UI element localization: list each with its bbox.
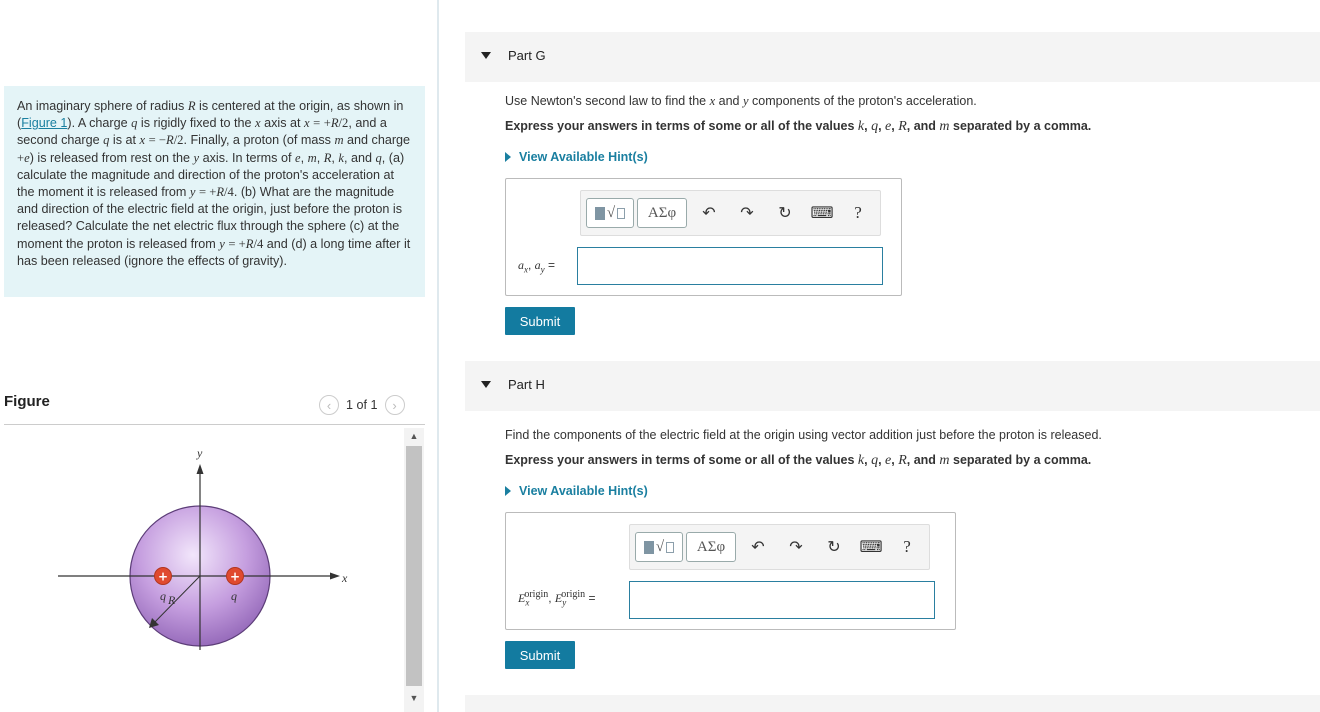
- part-g-title: Part G: [508, 48, 546, 63]
- pager-text: 1 of 1: [346, 398, 378, 412]
- collapse-triangle-icon[interactable]: [481, 381, 491, 388]
- scroll-down-icon[interactable]: ▼: [404, 690, 424, 706]
- plus-icon: +: [158, 570, 168, 584]
- figure-link[interactable]: Figure 1: [21, 116, 67, 130]
- part-g-express: Express your answers in terms of some or…: [505, 119, 1092, 134]
- figure-pager: ‹ 1 of 1 ›: [319, 394, 405, 416]
- part-h-instruction: Find the components of the electric fiel…: [505, 428, 1102, 442]
- part-g-header[interactable]: Part G: [465, 32, 1320, 82]
- pane-divider: [437, 0, 439, 712]
- problem-statement: An imaginary sphere of radius R is cente…: [4, 86, 425, 297]
- help-icon[interactable]: ?: [847, 202, 869, 224]
- chevron-left-icon[interactable]: ‹: [319, 395, 339, 415]
- undo-icon[interactable]: ↶: [698, 202, 720, 224]
- figure-divider: [4, 424, 425, 425]
- part-g-answer-box: √ ΑΣφ ↶ ↷ ↻ ⌨ ? ax, ay =: [505, 178, 902, 296]
- part-h-header[interactable]: Part H: [465, 361, 1320, 411]
- part-g-hint-link[interactable]: View Available Hint(s): [505, 150, 648, 164]
- keyboard-icon[interactable]: ⌨: [859, 536, 882, 558]
- part-h-hint-link[interactable]: View Available Hint(s): [505, 484, 648, 498]
- part-h-answer-label: Exorigin, Eyorigin =: [518, 589, 596, 608]
- part-h-submit-button[interactable]: Submit: [505, 641, 575, 669]
- caret-right-icon: [505, 486, 511, 496]
- reset-icon[interactable]: ↻: [823, 536, 845, 558]
- templates-icon[interactable]: √: [586, 198, 634, 228]
- part-g-instruction: Use Newton's second law to find the x an…: [505, 94, 977, 108]
- x-axis-arrow: [330, 572, 340, 580]
- scroll-thumb[interactable]: [406, 446, 422, 686]
- part-g-submit-button[interactable]: Submit: [505, 307, 575, 335]
- part-g-answer-input[interactable]: [577, 247, 883, 285]
- collapse-triangle-icon[interactable]: [481, 52, 491, 59]
- y-axis-label: y: [196, 446, 203, 460]
- help-icon[interactable]: ?: [896, 536, 918, 558]
- reset-icon[interactable]: ↻: [774, 202, 796, 224]
- part-h-math-toolbar: √ ΑΣφ ↶ ↷ ↻ ⌨ ?: [629, 524, 930, 570]
- plus-icon: +: [230, 570, 240, 584]
- figure-title: Figure: [4, 393, 50, 410]
- figure-diagram: y x R + + q q: [58, 446, 348, 650]
- charge-right-label: q: [231, 589, 237, 603]
- redo-icon[interactable]: ↷: [736, 202, 758, 224]
- charge-left-label: q: [160, 589, 166, 603]
- caret-right-icon: [505, 152, 511, 162]
- y-axis-arrow: [196, 464, 204, 474]
- keyboard-icon[interactable]: ⌨: [810, 202, 833, 224]
- next-part-header[interactable]: [465, 695, 1320, 712]
- greek-icon[interactable]: ΑΣφ: [686, 532, 736, 562]
- part-h-express: Express your answers in terms of some or…: [505, 453, 1092, 468]
- greek-icon[interactable]: ΑΣφ: [637, 198, 687, 228]
- redo-icon[interactable]: ↷: [785, 536, 807, 558]
- part-h-hint-label: View Available Hint(s): [519, 484, 648, 498]
- part-g-math-toolbar: √ ΑΣφ ↶ ↷ ↻ ⌨ ?: [580, 190, 881, 236]
- undo-icon[interactable]: ↶: [747, 536, 769, 558]
- scroll-up-icon[interactable]: ▲: [404, 428, 424, 444]
- part-h-answer-input[interactable]: [629, 581, 935, 619]
- x-axis-label: x: [341, 571, 348, 585]
- radius-label: R: [167, 593, 176, 607]
- part-h-title: Part H: [508, 377, 545, 392]
- left-pane: An imaginary sphere of radius R is cente…: [0, 0, 437, 712]
- part-g-answer-label: ax, ay =: [518, 258, 556, 275]
- templates-icon[interactable]: √: [635, 532, 683, 562]
- chevron-right-icon[interactable]: ›: [384, 395, 405, 415]
- part-g-hint-label: View Available Hint(s): [519, 150, 648, 164]
- part-h-answer-box: √ ΑΣφ ↶ ↷ ↻ ⌨ ? Exorigin, Eyorigin =: [505, 512, 956, 630]
